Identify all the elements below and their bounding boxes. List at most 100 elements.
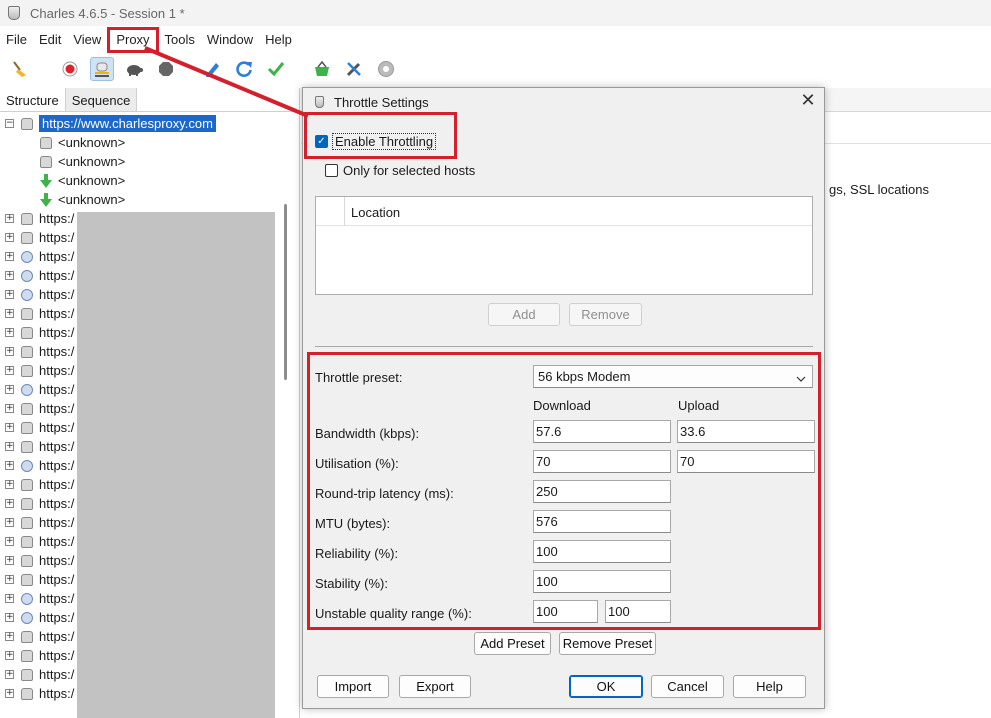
expand-icon[interactable]: + — [5, 309, 14, 318]
stability-field[interactable]: 100 — [533, 570, 671, 593]
bandwidth-download-field[interactable]: 57.6 — [533, 420, 671, 443]
expand-icon[interactable]: + — [5, 385, 14, 394]
menu-edit[interactable]: Edit — [33, 30, 67, 50]
close-icon[interactable]: ✕ — [798, 92, 818, 112]
stop-icon[interactable] — [154, 57, 178, 81]
tab-structure[interactable]: Structure — [0, 88, 66, 111]
host-label[interactable]: https:/ — [39, 211, 74, 226]
menu-help[interactable]: Help — [259, 30, 298, 50]
host-label[interactable]: https:/ — [39, 382, 74, 397]
host-label[interactable]: https:/ — [39, 572, 74, 587]
host-label[interactable]: https:/ — [39, 306, 74, 321]
settings-gear-icon[interactable] — [374, 57, 398, 81]
host-label[interactable]: https:/ — [39, 344, 74, 359]
menu-window[interactable]: Window — [201, 30, 259, 50]
unstable-min-field[interactable]: 100 — [533, 600, 598, 623]
export-button[interactable]: Export — [399, 675, 471, 698]
host-label[interactable]: https:/ — [39, 268, 74, 283]
host-label[interactable]: https:/ — [39, 363, 74, 378]
bandwidth-upload-field[interactable]: 33.6 — [677, 420, 815, 443]
expand-icon[interactable]: + — [5, 670, 14, 679]
tab-sequence[interactable]: Sequence — [65, 88, 138, 111]
help-button[interactable]: Help — [733, 675, 806, 698]
menu-view[interactable]: View — [67, 30, 107, 50]
host-label[interactable]: https:/ — [39, 553, 74, 568]
host-label[interactable]: https:/ — [39, 686, 74, 701]
checkbox-unchecked-icon[interactable] — [325, 164, 338, 177]
expand-icon[interactable]: + — [5, 594, 14, 603]
reliability-field[interactable]: 100 — [533, 540, 671, 563]
host-label[interactable]: https:/ — [39, 610, 74, 625]
host-label[interactable]: https:/ — [39, 534, 74, 549]
utilisation-upload-field[interactable]: 70 — [677, 450, 815, 473]
host-label[interactable]: https:/ — [39, 496, 74, 511]
expand-icon[interactable]: + — [5, 271, 14, 280]
tools-icon[interactable] — [342, 57, 366, 81]
expand-icon[interactable]: + — [5, 632, 14, 641]
menu-file[interactable]: File — [0, 30, 33, 50]
expand-icon[interactable]: + — [5, 613, 14, 622]
expand-icon[interactable]: + — [5, 347, 14, 356]
expand-icon[interactable]: + — [5, 214, 14, 223]
host-label[interactable]: https:/ — [39, 249, 74, 264]
turtle-icon[interactable] — [122, 57, 146, 81]
expand-icon[interactable]: + — [5, 461, 14, 470]
location-table[interactable]: Location — [315, 196, 813, 295]
add-preset-button[interactable]: Add Preset — [474, 632, 551, 655]
import-button[interactable]: Import — [317, 675, 389, 698]
tree-row-selected-host[interactable]: − https://www.charlesproxy.com — [0, 114, 290, 133]
expand-icon[interactable]: + — [5, 290, 14, 299]
host-label[interactable]: https:/ — [39, 439, 74, 454]
expand-icon[interactable]: + — [5, 537, 14, 546]
only-selected-hosts-checkbox[interactable]: Only for selected hosts — [325, 163, 475, 178]
cancel-button[interactable]: Cancel — [651, 675, 724, 698]
unstable-max-field[interactable]: 100 — [605, 600, 671, 623]
location-column-header[interactable]: Location — [351, 205, 400, 220]
record-icon[interactable] — [58, 57, 82, 81]
throttle-preset-select[interactable]: 56 kbps Modem — [533, 365, 813, 388]
host-label[interactable]: https:/ — [39, 648, 74, 663]
host-label[interactable]: https:/ — [39, 667, 74, 682]
menu-tools[interactable]: Tools — [159, 30, 201, 50]
expand-icon[interactable]: + — [5, 556, 14, 565]
expand-icon[interactable]: + — [5, 518, 14, 527]
remove-location-button[interactable]: Remove — [569, 303, 642, 326]
pen-icon[interactable] — [200, 57, 224, 81]
host-label[interactable]: https:/ — [39, 591, 74, 606]
utilisation-download-field[interactable]: 70 — [533, 450, 671, 473]
mtu-field[interactable]: 576 — [533, 510, 671, 533]
host-label[interactable]: https:/ — [39, 515, 74, 530]
expand-icon[interactable]: + — [5, 366, 14, 375]
collapse-icon[interactable]: − — [5, 119, 14, 128]
expand-icon[interactable]: + — [5, 233, 14, 242]
expand-icon[interactable]: + — [5, 499, 14, 508]
tree-row-child[interactable]: <unknown> — [0, 152, 290, 171]
ok-button[interactable]: OK — [569, 675, 643, 698]
latency-field[interactable]: 250 — [533, 480, 671, 503]
tree-row-child[interactable]: <unknown> — [0, 133, 290, 152]
expand-icon[interactable]: + — [5, 328, 14, 337]
expand-icon[interactable]: + — [5, 252, 14, 261]
expand-icon[interactable]: + — [5, 423, 14, 432]
expand-icon[interactable]: + — [5, 404, 14, 413]
expand-icon[interactable]: + — [5, 480, 14, 489]
host-label[interactable]: https:/ — [39, 458, 74, 473]
host-label[interactable]: https:/ — [39, 401, 74, 416]
vertical-scrollbar[interactable] — [284, 204, 287, 380]
checkmark-icon[interactable] — [264, 57, 288, 81]
basket-icon[interactable] — [310, 57, 334, 81]
expand-icon[interactable]: + — [5, 689, 14, 698]
selected-host[interactable]: https://www.charlesproxy.com — [39, 115, 216, 132]
throttle-icon[interactable] — [90, 57, 114, 81]
only-selected-hosts-label[interactable]: Only for selected hosts — [343, 163, 475, 178]
expand-icon[interactable]: + — [5, 575, 14, 584]
host-label[interactable]: https:/ — [39, 230, 74, 245]
refresh-icon[interactable] — [232, 57, 256, 81]
broom-icon[interactable] — [8, 57, 32, 81]
remove-preset-button[interactable]: Remove Preset — [559, 632, 656, 655]
host-label[interactable]: https:/ — [39, 287, 74, 302]
add-location-button[interactable]: Add — [488, 303, 560, 326]
host-label[interactable]: https:/ — [39, 325, 74, 340]
tree-row-child[interactable]: <unknown> — [0, 171, 290, 190]
tree-row-child[interactable]: <unknown> — [0, 190, 290, 209]
